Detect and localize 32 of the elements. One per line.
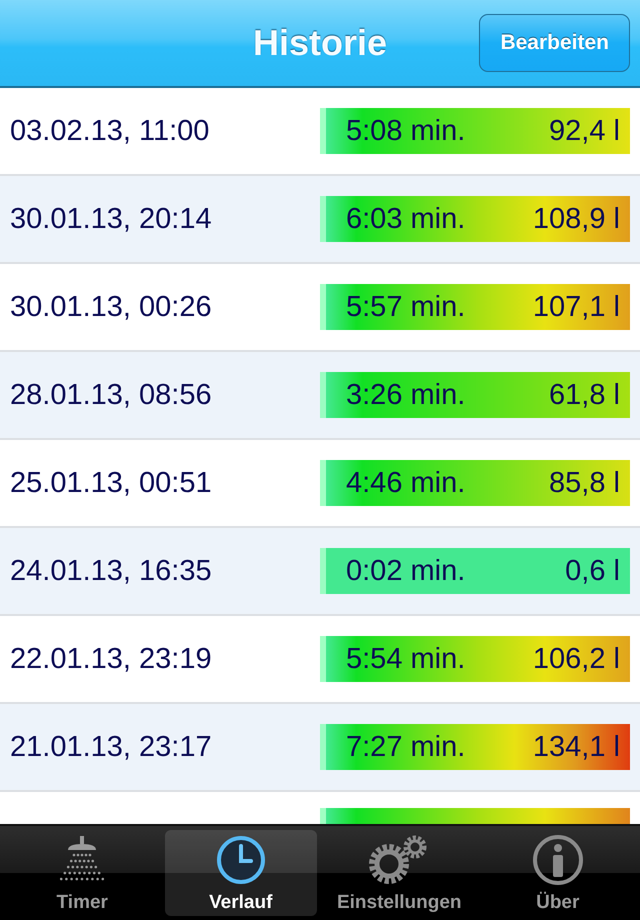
tab-button[interactable]: Timer [6,830,158,916]
water-volume: 106,2 l [532,642,620,676]
screen-title: Historie [252,22,388,64]
water-volume: 107,1 l [532,290,620,324]
tab-button[interactable]: Verlauf [164,830,317,916]
clock-icon [214,834,267,886]
duration: 4:46 min. [346,466,466,500]
shower-icon [60,836,104,884]
duration: 5:08 min. [346,114,466,148]
water-volume: 0,6 l [565,554,620,588]
date-time: 21.01.13, 23:17 [10,730,213,764]
duration: 6:03 min. [346,202,466,236]
date-time: 24.01.13, 16:35 [10,554,213,588]
duration: 5:57 min. [346,290,466,324]
duration: 3:26 min. [346,378,466,412]
date-time: 30.01.13, 20:14 [10,202,213,236]
tab-button[interactable]: Über [482,830,634,916]
water-volume: 85,8 l [549,466,620,500]
water-volume: 61,8 l [549,378,620,412]
info-icon [532,834,584,886]
duration: 7:27 min. [346,730,466,764]
water-volume: 108,9 l [532,202,620,236]
date-time: 25.01.13, 00:51 [10,466,213,500]
water-volume: 92,4 l [549,114,620,148]
duration: 0:02 min. [346,554,466,588]
date-time: 22.01.13, 23:19 [10,642,213,676]
date-time: 03.02.13, 11:00 [10,114,210,148]
water-volume: 134,1 l [532,730,620,764]
date-time: 28.01.13, 08:56 [10,378,213,412]
date-time: 30.01.13, 00:26 [10,290,213,324]
tab-button[interactable]: Einstellungen [323,830,476,916]
duration: 5:54 min. [346,642,466,676]
